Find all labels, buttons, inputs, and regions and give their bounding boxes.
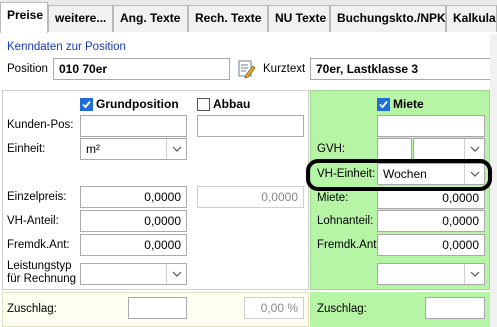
zuschlag-field[interactable]	[128, 297, 187, 319]
checkbox-abbau[interactable]	[197, 98, 210, 111]
einzelpreis-label: Einzelpreis:	[7, 191, 67, 203]
tab-ang-texte[interactable]: Ang. Texte	[113, 5, 188, 32]
einheit-value: m²	[86, 142, 100, 156]
leistungstyp-select[interactable]	[80, 263, 187, 285]
vh-einheit-highlight	[306, 159, 492, 191]
miete-label: Miete	[393, 97, 424, 111]
grundposition-label: Grundposition	[96, 97, 179, 111]
lohnanteil-label: Lohnanteil:	[317, 215, 374, 227]
gvh-label: GVH:	[317, 143, 346, 155]
miete-kunden-pos-field[interactable]	[377, 115, 485, 137]
miete-leistungstyp-select[interactable]	[377, 263, 485, 285]
chevron-down-icon[interactable]	[464, 264, 484, 284]
tab-bar: Preise weitere... Ang. Texte Rech. Texte…	[0, 0, 497, 33]
einheit-label: Einheit:	[7, 143, 46, 155]
checkmark-icon	[82, 100, 91, 109]
zuschlag-label: Zuschlag:	[7, 303, 57, 315]
miete-zuschlag-label: Zuschlag:	[317, 303, 367, 315]
position-label: Position	[7, 63, 48, 75]
abbau-einzelpreis-field: 0,0000	[197, 186, 304, 208]
tab-buchungskto-npk[interactable]: Buchungskto./NPK	[330, 5, 446, 32]
miete-fremdk-ant-field[interactable]: 0,0000	[377, 234, 485, 256]
kunden-pos-field[interactable]	[80, 115, 187, 137]
chevron-down-icon[interactable]	[166, 264, 186, 284]
checkmark-icon	[379, 100, 388, 109]
leistungstyp-label: Leistungstyp	[7, 260, 72, 272]
abbau-label: Abbau	[213, 97, 251, 111]
miete-fremdk-ant-label: Fremdk.Ant:	[317, 239, 380, 251]
tab-weitere[interactable]: weitere...	[48, 5, 113, 32]
gvh-field[interactable]	[377, 138, 412, 160]
miete-zuschlag-field[interactable]	[425, 297, 485, 319]
gvh-select[interactable]	[413, 138, 485, 160]
fremdk-ant-field[interactable]: 0,0000	[80, 234, 187, 256]
tab-kalkulation[interactable]: Kalkulati	[446, 5, 497, 32]
fuer-rechnung-label: für Rechnung	[7, 273, 77, 285]
vh-anteil-label: VH-Anteil:	[7, 215, 59, 227]
tab-rech-texte[interactable]: Rech. Texte	[188, 5, 268, 32]
abbau-kunden-pos-field[interactable]	[197, 115, 304, 137]
edit-document-icon[interactable]	[236, 59, 256, 79]
einheit-select[interactable]: m²	[80, 138, 187, 160]
kurztext-field[interactable]: 70er, Lastklasse 3	[310, 58, 497, 80]
kunden-pos-label: Kunden-Pos:	[7, 119, 74, 131]
fremdk-ant-label: Fremdk.Ant:	[7, 239, 70, 251]
kurztext-label: Kurztext	[263, 63, 306, 75]
zuschlag-percent-field: 0,00 %	[244, 297, 304, 319]
checkbox-miete[interactable]	[377, 98, 390, 111]
chevron-down-icon[interactable]	[464, 139, 484, 159]
vh-anteil-field[interactable]: 0,0000	[80, 210, 187, 232]
einzelpreis-field[interactable]: 0,0000	[80, 186, 187, 208]
section-title-kenndaten: Kenndaten zur Position	[7, 41, 126, 53]
miete-price-label: Miete:	[317, 192, 349, 204]
lohnanteil-field[interactable]: 0,0000	[377, 210, 485, 232]
position-field[interactable]: 010 70er	[53, 58, 230, 80]
checkbox-grundposition[interactable]	[80, 98, 93, 111]
chevron-down-icon[interactable]	[166, 139, 186, 159]
tab-nu-texte[interactable]: NU Texte	[268, 5, 330, 32]
tab-preise[interactable]: Preise	[0, 2, 48, 33]
